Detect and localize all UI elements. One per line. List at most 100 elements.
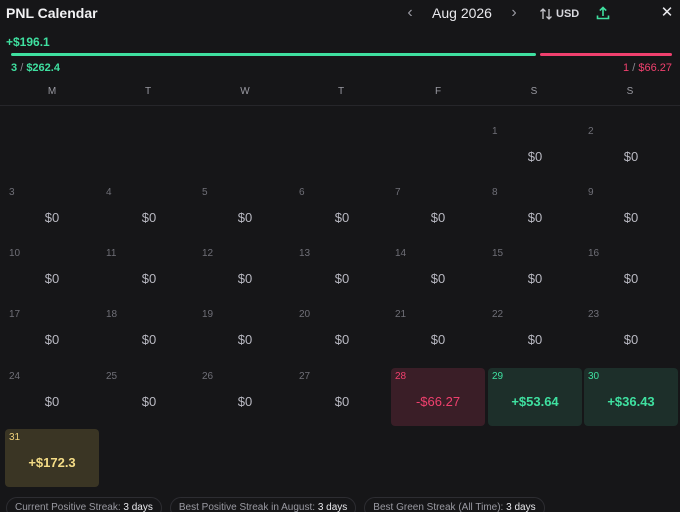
streak-value: 3 days — [317, 502, 348, 512]
day-pnl-value: $0 — [527, 332, 543, 347]
day-pnl-value: $0 — [527, 149, 543, 164]
day-number: 16 — [588, 248, 600, 259]
loss-summary: 1 / $66.27 — [623, 62, 672, 74]
day-number: 26 — [202, 371, 214, 382]
calendar-day-cell[interactable]: 22 $0 — [488, 306, 582, 364]
calendar-day-cell[interactable]: 2 $0 — [584, 123, 678, 181]
calendar-day-cell[interactable]: 21 $0 — [391, 306, 485, 364]
calendar-day-cell[interactable]: 20 $0 — [295, 306, 389, 364]
win-bar — [11, 53, 536, 56]
streak-value: 3 days — [506, 502, 536, 512]
calendar-day-cell[interactable]: 18 $0 — [102, 306, 196, 364]
calendar-day-cell[interactable]: 24 $0 — [5, 368, 99, 426]
currency-selector[interactable]: USD — [539, 6, 579, 22]
calendar-day-cell[interactable]: 5 $0 — [198, 184, 292, 242]
day-number: 18 — [106, 309, 118, 320]
day-pnl-value: -$66.27 — [415, 394, 461, 409]
day-number: 4 — [106, 187, 112, 198]
calendar-day-cell[interactable]: 11 $0 — [102, 245, 196, 303]
day-pnl-value: $0 — [430, 332, 446, 347]
calendar-day-cell[interactable]: 13 $0 — [295, 245, 389, 303]
day-number: 15 — [492, 248, 504, 259]
day-number: 22 — [492, 309, 504, 320]
month-label: Aug 2026 — [432, 5, 492, 21]
calendar-day-cell[interactable]: 4 $0 — [102, 184, 196, 242]
calendar-day-cell[interactable]: 7 $0 — [391, 184, 485, 242]
weekday-label: S — [626, 86, 634, 97]
day-number: 5 — [202, 187, 208, 198]
day-pnl-value: $0 — [527, 210, 543, 225]
calendar-day-cell[interactable]: 15 $0 — [488, 245, 582, 303]
day-number: 12 — [202, 248, 214, 259]
calendar-day-cell[interactable]: 6 $0 — [295, 184, 389, 242]
day-number: 25 — [106, 371, 118, 382]
calendar-day-cell[interactable]: 8 $0 — [488, 184, 582, 242]
currency-label: USD — [556, 8, 580, 20]
day-pnl-value: $0 — [430, 210, 446, 225]
export-button[interactable] — [595, 5, 611, 21]
calendar-day-cell[interactable]: 29 +$53.64 — [488, 368, 582, 426]
streak-pill-best-month: Best Positive Streak in August: 3 days — [169, 497, 357, 512]
calendar-day-cell[interactable]: 14 $0 — [391, 245, 485, 303]
close-icon[interactable]: ✕ — [658, 3, 676, 23]
day-number: 11 — [106, 248, 117, 259]
loss-count: 1 — [623, 62, 630, 74]
calendar-day-cell[interactable]: 1 $0 — [488, 123, 582, 181]
chevron-left-icon[interactable]: ‹ — [402, 4, 418, 22]
streak-bar: Current Positive Streak: 3 days Best Pos… — [6, 497, 545, 512]
calendar-day-cell[interactable]: 30 +$36.43 — [584, 368, 678, 426]
weekday-label: F — [434, 86, 442, 97]
day-number: 3 — [9, 187, 15, 198]
loss-bar — [540, 53, 672, 56]
day-number: 23 — [588, 309, 600, 320]
day-pnl-value: $0 — [141, 394, 157, 409]
day-number: 27 — [299, 371, 311, 382]
calendar-day-cell[interactable]: 23 $0 — [584, 306, 678, 364]
day-number: 31 — [9, 432, 21, 443]
win-summary: 3 / $262.4 — [11, 62, 60, 74]
weekday-label: W — [240, 86, 250, 97]
day-pnl-value: $0 — [334, 210, 350, 225]
calendar-day-cell[interactable]: 25 $0 — [102, 368, 196, 426]
calendar-day-cell[interactable]: 10 $0 — [5, 245, 99, 303]
day-number: 13 — [299, 248, 311, 259]
total-pnl: +$196.1 — [6, 35, 50, 49]
win-amount: $262.4 — [26, 62, 60, 74]
day-pnl-value: $0 — [44, 394, 60, 409]
streak-label: Best Positive Streak in August: — [178, 502, 316, 512]
chevron-right-icon[interactable]: › — [506, 4, 522, 22]
day-number: 10 — [9, 248, 21, 259]
calendar-day-cell[interactable]: 16 $0 — [584, 245, 678, 303]
calendar-day-cell[interactable]: 26 $0 — [198, 368, 292, 426]
day-pnl-value: +$36.43 — [607, 394, 655, 409]
day-pnl-value: $0 — [623, 149, 639, 164]
calendar-day-cell[interactable]: 12 $0 — [198, 245, 292, 303]
streak-value: 3 days — [123, 502, 153, 512]
day-number: 14 — [395, 248, 407, 259]
streak-pill-current: Current Positive Streak: 3 days — [6, 497, 162, 512]
day-number: 29 — [492, 371, 504, 382]
day-pnl-value: $0 — [334, 271, 350, 286]
day-pnl-value: $0 — [623, 332, 639, 347]
day-pnl-value: $0 — [141, 210, 157, 225]
day-pnl-value: $0 — [141, 271, 157, 286]
calendar-day-cell[interactable]: 9 $0 — [584, 184, 678, 242]
day-number: 19 — [202, 309, 214, 320]
calendar-day-cell[interactable]: 19 $0 — [198, 306, 292, 364]
day-number: 30 — [588, 371, 600, 382]
calendar-day-cell[interactable]: 3 $0 — [5, 184, 99, 242]
loss-separator: / — [632, 62, 636, 74]
calendar-day-cell[interactable]: 27 $0 — [295, 368, 389, 426]
calendar-day-cell[interactable]: 28 -$66.27 — [391, 368, 485, 426]
day-pnl-value: $0 — [334, 394, 350, 409]
day-pnl-value: $0 — [623, 210, 639, 225]
day-number: 7 — [395, 187, 401, 198]
day-pnl-value: +$172.3 — [28, 455, 76, 470]
day-pnl-value: $0 — [44, 332, 60, 347]
calendar-day-cell[interactable]: 31 +$172.3 — [5, 429, 99, 487]
sort-arrows-icon — [540, 8, 552, 20]
day-pnl-value: +$53.64 — [511, 394, 559, 409]
day-number: 2 — [588, 126, 594, 137]
weekday-label: T — [144, 86, 152, 97]
calendar-day-cell[interactable]: 17 $0 — [5, 306, 99, 364]
